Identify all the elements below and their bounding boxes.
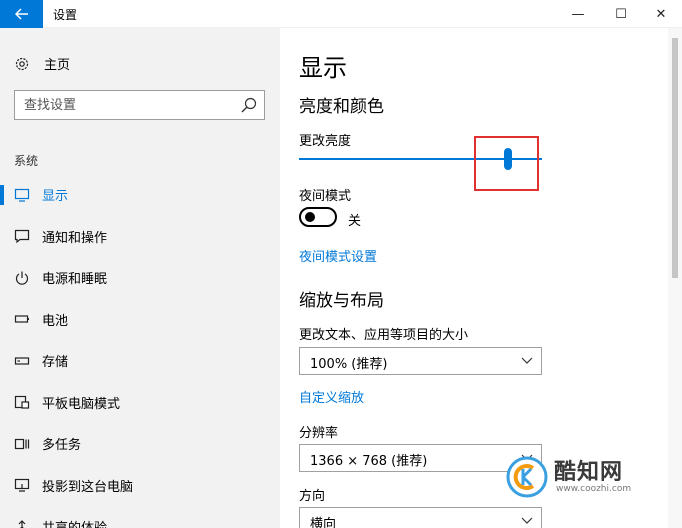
sidebar: 主页 系统 显示 通知和操作 电源和睡眠 电池 存储: [0, 28, 280, 528]
night-mode-toggle[interactable]: [299, 207, 337, 227]
sidebar-item-label: 共享的体验: [42, 517, 107, 528]
chevron-down-icon: [521, 357, 533, 364]
watermark-title: 酷知网: [554, 460, 624, 485]
sidebar-item-label: 存储: [42, 355, 69, 371]
sidebar-item-shared-experiences[interactable]: 共享的体验: [0, 506, 280, 528]
storage-icon: [14, 357, 30, 365]
sidebar-item-label: 多任务: [42, 438, 82, 454]
night-mode-label: 夜间模式: [299, 189, 352, 204]
highlight-annotation-box: [474, 136, 539, 191]
back-button[interactable]: [0, 0, 43, 28]
toggle-knob: [305, 212, 315, 222]
resolution-label: 分辨率: [299, 426, 339, 441]
monitor-icon: [14, 188, 30, 202]
shared-icon: [18, 519, 26, 528]
sidebar-item-multitasking[interactable]: 多任务: [0, 423, 280, 465]
message-icon: [14, 230, 30, 244]
sidebar-item-project[interactable]: 投影到这台电脑: [0, 465, 280, 507]
night-mode-state: 关: [348, 214, 362, 229]
sidebar-item-label: 显示: [42, 189, 69, 205]
search-input[interactable]: [15, 91, 235, 119]
sidebar-item-label: 投影到这台电脑: [42, 479, 134, 495]
custom-scale-link[interactable]: 自定义缩放: [299, 387, 364, 406]
project-icon: [14, 479, 30, 492]
coozhi-logo-icon: [506, 456, 548, 498]
section-label-system: 系统: [14, 154, 39, 168]
watermark: 酷知网 www.coozhi.com: [506, 452, 656, 502]
sidebar-item-label: 平板电脑模式: [42, 396, 121, 412]
minimize-button[interactable]: —: [555, 0, 601, 28]
resolution-dropdown-value: 1366 × 768 (推荐): [310, 454, 428, 469]
watermark-url: www.coozhi.com: [556, 484, 632, 494]
orientation-label: 方向: [299, 489, 326, 504]
title-bar: 设置 — ☐ ✕: [0, 0, 682, 28]
arrow-left-icon: [14, 8, 28, 20]
close-button[interactable]: ✕: [638, 0, 682, 28]
scale-dropdown-value: 100% (推荐): [310, 357, 388, 372]
home-nav-item[interactable]: 主页: [14, 54, 70, 73]
scale-label: 更改文本、应用等项目的大小: [299, 328, 469, 343]
scrollbar-thumb[interactable]: [672, 38, 678, 278]
orientation-dropdown-value: 横向: [310, 517, 337, 528]
sidebar-item-label: 电源和睡眠: [42, 272, 108, 288]
multitask-icon: [14, 438, 30, 449]
search-box[interactable]: [14, 90, 265, 120]
sidebar-item-label: 通知和操作: [42, 230, 108, 246]
scale-heading: 缩放与布局: [299, 291, 384, 311]
gear-icon: [15, 57, 29, 70]
main-scrollbar[interactable]: [668, 28, 682, 528]
window-title: 设置: [53, 8, 78, 22]
sidebar-item-power[interactable]: 电源和睡眠: [0, 257, 280, 299]
page-title: 显示: [299, 54, 347, 82]
power-icon: [15, 271, 29, 285]
sidebar-item-storage[interactable]: 存储: [0, 340, 280, 382]
sidebar-item-tablet-mode[interactable]: 平板电脑模式: [0, 382, 280, 424]
home-label: 主页: [44, 58, 71, 73]
chevron-down-icon: [521, 517, 533, 524]
battery-icon: [14, 315, 29, 323]
brightness-heading: 亮度和颜色: [299, 97, 384, 117]
sidebar-item-notifications[interactable]: 通知和操作: [0, 216, 280, 258]
sidebar-item-battery[interactable]: 电池: [0, 299, 280, 341]
night-mode-settings-link[interactable]: 夜间模式设置: [299, 246, 377, 265]
orientation-dropdown[interactable]: 横向: [299, 507, 542, 528]
sidebar-item-label: 电池: [42, 313, 69, 329]
sidebar-item-display[interactable]: 显示: [0, 174, 280, 216]
sidebar-nav: 显示 通知和操作 电源和睡眠 电池 存储 平板电脑模式 多任务 投影到这台电脑: [0, 174, 280, 528]
scale-dropdown[interactable]: 100% (推荐): [299, 347, 542, 375]
tablet-icon: [14, 396, 30, 409]
brightness-label: 更改亮度: [299, 134, 352, 149]
search-icon[interactable]: [240, 96, 258, 114]
